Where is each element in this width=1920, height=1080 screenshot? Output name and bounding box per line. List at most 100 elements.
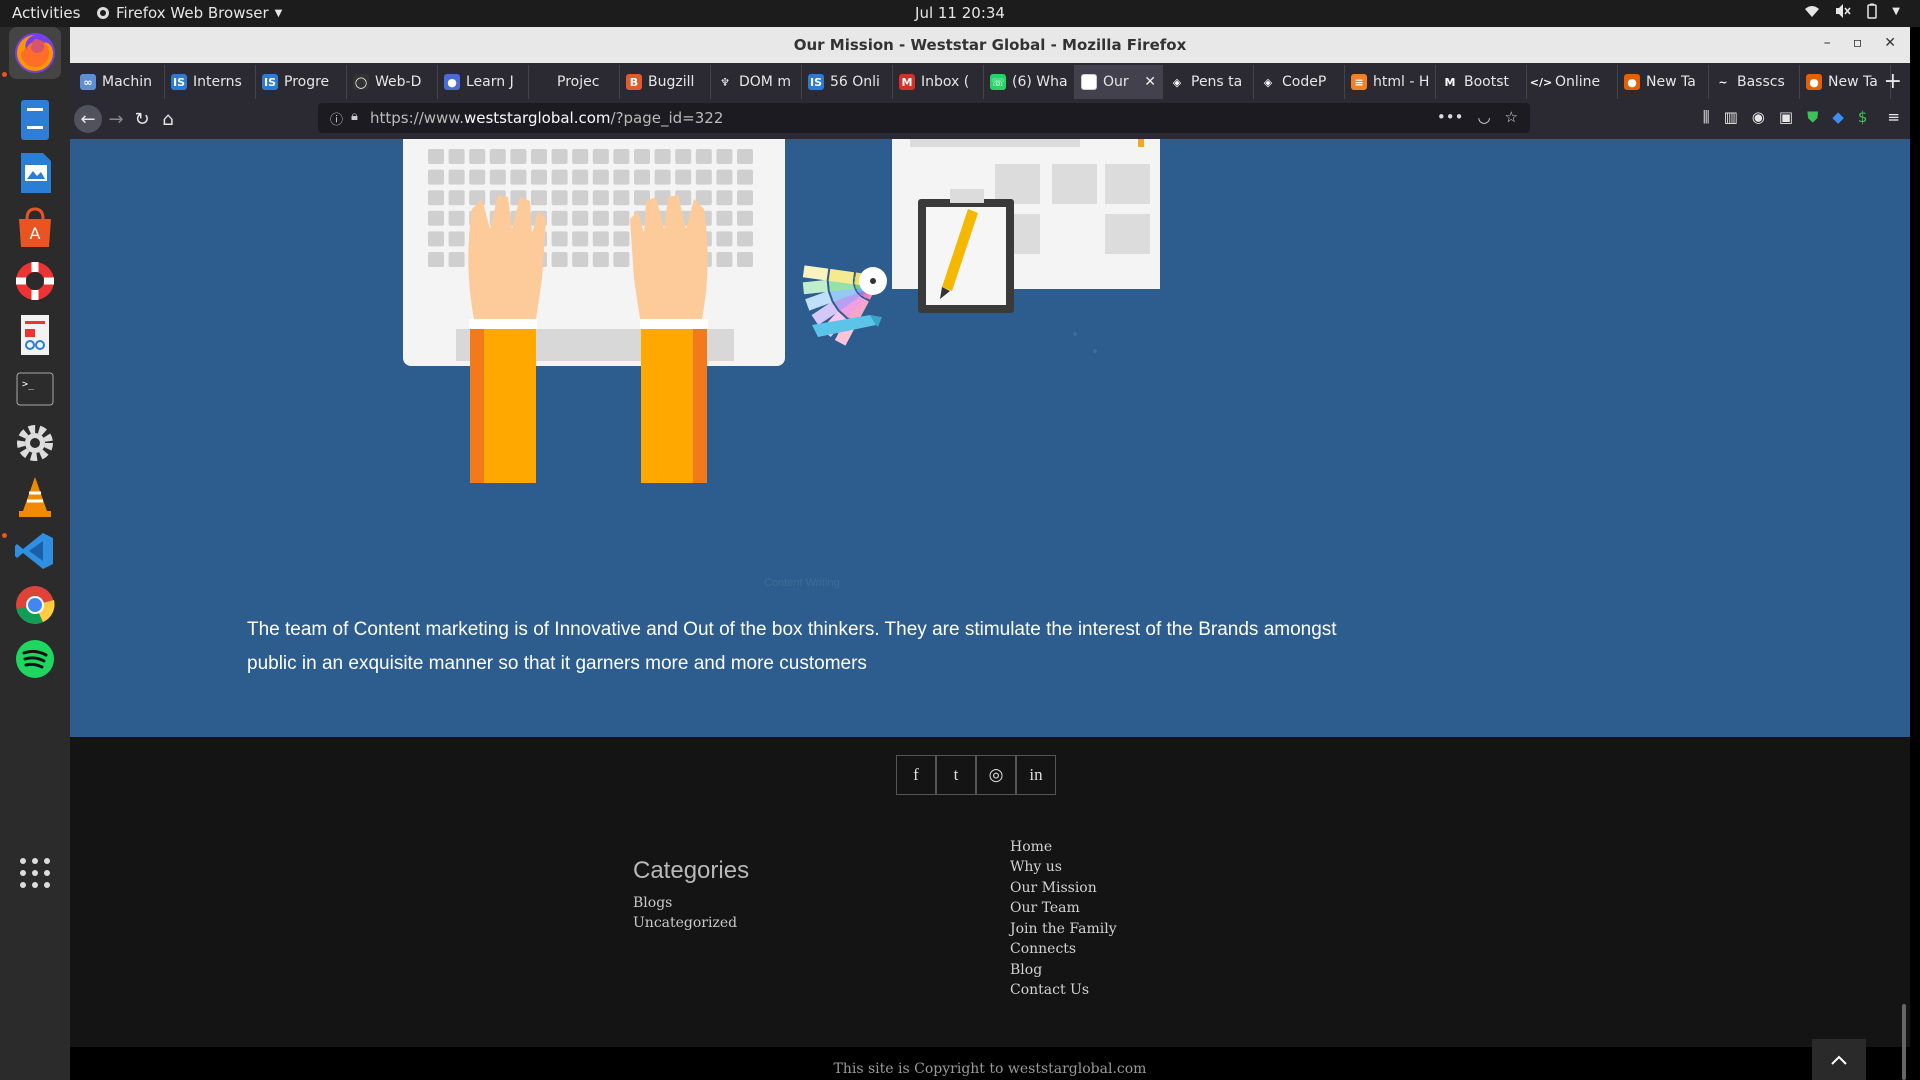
browser-tab[interactable]: IS Interns bbox=[165, 65, 256, 99]
forward-button[interactable]: → bbox=[102, 105, 130, 133]
dock-vscode[interactable] bbox=[9, 525, 61, 577]
chevron-down-icon: ▼ bbox=[274, 7, 283, 19]
is-icon: IS bbox=[808, 74, 824, 90]
page-actions-icon[interactable]: ••• bbox=[1437, 108, 1464, 126]
notification-extension-icon[interactable]: ◆ bbox=[1832, 108, 1844, 126]
facebook-icon[interactable]: f bbox=[896, 755, 936, 795]
bookmark-star-icon[interactable]: ☆ bbox=[1505, 108, 1518, 126]
firefox-icon: ● bbox=[1624, 74, 1640, 90]
footer-menu-why-us[interactable]: Why us bbox=[1010, 859, 1062, 875]
window-titlebar[interactable]: Our Mission - Weststar Global - Mozilla … bbox=[70, 27, 1910, 63]
new-tab-button[interactable]: + bbox=[1884, 69, 1902, 94]
dock-files[interactable] bbox=[9, 94, 61, 146]
code-icon: </> bbox=[1529, 74, 1553, 90]
linkedin-icon[interactable]: in bbox=[1016, 755, 1056, 795]
category-link[interactable]: Blogs bbox=[633, 895, 672, 911]
dock-reader[interactable] bbox=[9, 309, 61, 361]
keyboard-key bbox=[592, 149, 609, 164]
scroll-to-top-button[interactable] bbox=[1812, 1039, 1866, 1080]
software-center-icon: A bbox=[19, 207, 51, 247]
footer-menu-join-the-family[interactable]: Join the Family bbox=[1010, 921, 1117, 937]
dock-firefox[interactable] bbox=[9, 27, 61, 79]
keyboard-key bbox=[551, 210, 568, 226]
url-bar[interactable]: ⓘ 🔒︎ https://www. weststarglobal.com/?page… bbox=[318, 103, 1530, 133]
dock-spotify[interactable] bbox=[9, 633, 61, 685]
show-applications-button[interactable] bbox=[9, 847, 61, 899]
extension-icon[interactable]: ▣ bbox=[1779, 108, 1793, 126]
browser-tab[interactable]: ◈ Pens ta bbox=[1163, 65, 1254, 99]
browser-tab[interactable]: ~ Basscs bbox=[1709, 65, 1800, 99]
app-menu[interactable]: Firefox Web Browser ▼ bbox=[96, 4, 282, 22]
dock-chrome[interactable] bbox=[9, 579, 61, 631]
keyboard-key bbox=[428, 231, 444, 247]
library-icon[interactable]: ⫼ bbox=[1703, 108, 1710, 126]
footer-menu-our-team[interactable]: Our Team bbox=[1010, 900, 1080, 916]
clock[interactable]: Jul 11 20:34 bbox=[915, 4, 1005, 22]
files-icon bbox=[21, 100, 49, 140]
lock-icon[interactable]: 🔒︎ bbox=[351, 109, 358, 128]
reload-button[interactable]: ↻ bbox=[128, 105, 156, 133]
activities-button[interactable]: Activities bbox=[12, 4, 80, 22]
dock-writer[interactable] bbox=[9, 147, 61, 199]
keyboard-key bbox=[613, 169, 630, 185]
browser-tab[interactable]: ● New Ta bbox=[1800, 65, 1891, 99]
back-button[interactable]: ← bbox=[74, 105, 102, 133]
keyboard-key bbox=[448, 210, 465, 226]
browser-tab[interactable]: IS Progre bbox=[256, 65, 347, 99]
browser-tab[interactable]: ◈ CodeP bbox=[1254, 65, 1345, 99]
home-button[interactable]: ⌂ bbox=[154, 105, 182, 133]
footer-menu-contact-us[interactable]: Contact Us bbox=[1010, 982, 1089, 998]
dock-help[interactable] bbox=[9, 255, 61, 307]
minimize-button[interactable]: – bbox=[1824, 35, 1831, 51]
browser-tab[interactable]: ≡ html - H bbox=[1345, 65, 1436, 99]
twitter-icon[interactable]: t bbox=[936, 755, 976, 795]
browser-tab[interactable]: M Inbox ( bbox=[893, 65, 984, 99]
browser-tab[interactable]: B Bugzill bbox=[620, 65, 711, 99]
firefox-small-icon bbox=[97, 7, 109, 19]
browser-tab[interactable]: ● Learn J bbox=[438, 65, 529, 99]
footer-menu-connects[interactable]: Connects bbox=[1010, 941, 1076, 957]
footer-menu-our-mission[interactable]: Our Mission bbox=[1010, 880, 1097, 896]
browser-tab[interactable]: ☏ (6) Wha bbox=[984, 65, 1075, 99]
browser-tab[interactable]: ◯ Web-D bbox=[347, 65, 438, 99]
browser-tab[interactable]: IS 56 Onli bbox=[802, 65, 893, 99]
browser-tab[interactable]: M Bootst bbox=[1436, 65, 1527, 99]
content-section: Content Writing The team of Content mark… bbox=[70, 139, 1910, 737]
footer-menu-home[interactable]: Home bbox=[1010, 839, 1052, 855]
running-indicator bbox=[2, 72, 7, 77]
browser-tab[interactable]: Projec bbox=[529, 65, 620, 99]
svg-text:A: A bbox=[30, 224, 41, 243]
keyboard-key bbox=[531, 190, 547, 206]
shield-extension-icon[interactable]: ⛊ bbox=[1807, 108, 1818, 126]
green-extension-icon[interactable]: $ bbox=[1858, 108, 1868, 126]
mdn-icon: ♆ bbox=[717, 74, 733, 90]
dock-settings[interactable] bbox=[9, 417, 61, 469]
copyright-bar: This site is Copyright to weststarglobal… bbox=[70, 1047, 1910, 1080]
account-icon[interactable]: ◉ bbox=[1752, 108, 1765, 126]
instagram-icon[interactable]: ◎ bbox=[976, 755, 1016, 795]
browser-tab[interactable]: ● New Ta bbox=[1618, 65, 1709, 99]
close-tab-icon[interactable]: ✕ bbox=[1144, 74, 1156, 90]
dock-terminal[interactable]: >_ bbox=[9, 363, 61, 415]
browser-tab[interactable]: </> Online bbox=[1527, 65, 1618, 99]
tab-label: Our bbox=[1103, 74, 1129, 90]
tab-label: Online bbox=[1555, 74, 1601, 90]
dock-vlc[interactable] bbox=[9, 471, 61, 523]
dock-software[interactable]: A bbox=[9, 201, 61, 253]
close-window-button[interactable]: ✕ bbox=[1884, 35, 1896, 51]
system-tray[interactable]: ▼ bbox=[1804, 3, 1900, 19]
keyboard-key bbox=[531, 169, 547, 185]
app-name: Firefox Web Browser bbox=[116, 4, 269, 22]
browser-tab[interactable]: ∞ Machin bbox=[74, 65, 165, 99]
sidebar-icon[interactable]: ▥ bbox=[1724, 108, 1738, 126]
keyboard-key bbox=[716, 169, 733, 185]
browser-tab[interactable]: ♆ DOM m bbox=[711, 65, 802, 99]
maximize-button[interactable]: ▫ bbox=[1853, 35, 1863, 51]
info-icon[interactable]: ⓘ bbox=[330, 109, 343, 128]
page-scrollbar[interactable] bbox=[1902, 1004, 1906, 1080]
hamburger-menu-icon[interactable]: ≡ bbox=[1887, 108, 1900, 126]
category-link[interactable]: Uncategorized bbox=[633, 915, 737, 931]
footer-menu-blog[interactable]: Blog bbox=[1010, 962, 1042, 978]
tab-current[interactable]: Our ✕ bbox=[1075, 65, 1163, 99]
pocket-icon[interactable]: ◡ bbox=[1477, 108, 1490, 126]
